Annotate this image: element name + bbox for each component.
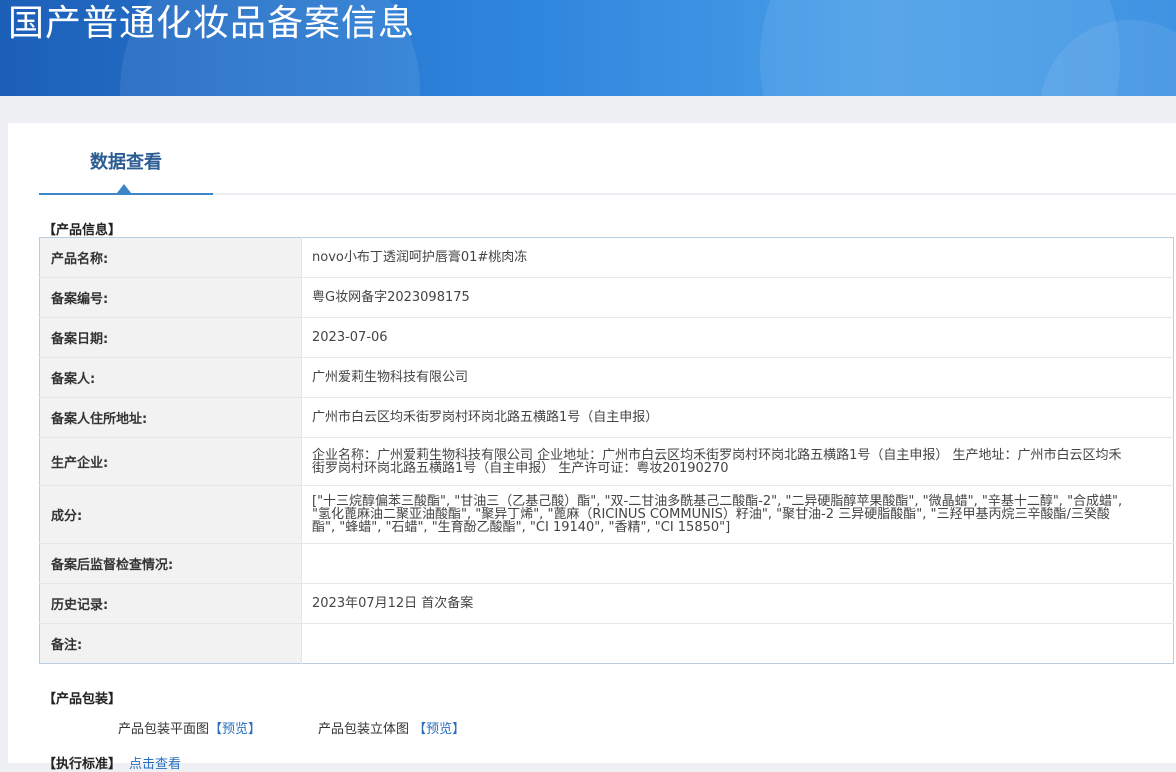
tab-bar: 数据查看 xyxy=(39,147,1176,195)
active-tab-indicator-icon xyxy=(117,184,131,193)
content-panel: 数据查看 【产品信息】 产品名称: novo小布丁透润呵护唇膏01#桃肉冻 备案… xyxy=(8,123,1176,772)
table-row: 备案后监督检查情况: xyxy=(39,543,1174,584)
standard-row: 【执行标准】 点击查看 xyxy=(43,753,181,772)
product-info-table: 产品名称: novo小布丁透润呵护唇膏01#桃肉冻 备案编号: 粤G妆网备字20… xyxy=(39,237,1174,664)
standard-view-link[interactable]: 点击查看 xyxy=(129,757,181,772)
row-value-registrant: 广州爱莉生物科技有限公司 xyxy=(301,357,1174,398)
table-row: 产品名称: novo小布丁透润呵护唇膏01#桃肉冻 xyxy=(39,237,1174,278)
row-value-post-inspection xyxy=(301,543,1174,584)
row-value-remarks xyxy=(302,624,1174,664)
packaging-solid-preview-link[interactable]: 【预览】 xyxy=(413,722,465,737)
packaging-flat-item: 产品包装平面图【预览】 xyxy=(118,718,261,737)
row-value-manufacturer: 企业名称：广州爱莉生物科技有限公司 企业地址：广州市白云区均禾街罗岗村环岗北路五… xyxy=(301,437,1174,486)
row-key-product-name: 产品名称: xyxy=(39,237,302,278)
packaging-solid-item: 产品包装立体图 【预览】 xyxy=(318,718,465,737)
table-row: 备案编号: 粤G妆网备字2023098175 xyxy=(39,277,1174,318)
row-key-history: 历史记录: xyxy=(39,583,302,624)
row-key-registrant-address: 备案人住所地址: xyxy=(39,397,302,438)
page-title: 国产普通化妆品备案信息 xyxy=(8,3,416,44)
packaging-flat-label: 产品包装平面图 xyxy=(118,722,210,737)
packaging-solid-label: 产品包装立体图 xyxy=(318,722,410,737)
row-key-remarks: 备注: xyxy=(39,623,302,664)
row-value-registrant-address: 广州市白云区均禾街罗岗村环岗北路五横路1号（自主申报） xyxy=(301,397,1174,438)
table-row: 备注: xyxy=(39,623,1174,664)
row-key-post-inspection: 备案后监督检查情况: xyxy=(39,543,302,584)
table-row: 历史记录: 2023年07月12日 首次备案 xyxy=(39,583,1174,624)
row-value-registration-date: 2023-07-06 xyxy=(301,317,1174,358)
page-header: 国产普通化妆品备案信息 xyxy=(0,0,1176,96)
row-value-registration-number: 粤G妆网备字2023098175 xyxy=(301,277,1174,318)
packaging-heading: 【产品包装】 xyxy=(43,692,122,707)
table-row: 备案人住所地址: 广州市白云区均禾街罗岗村环岗北路五横路1号（自主申报） xyxy=(39,397,1174,438)
row-key-ingredients: 成分: xyxy=(39,485,302,544)
row-key-registration-number: 备案编号: xyxy=(39,277,302,318)
table-row: 生产企业: 企业名称：广州爱莉生物科技有限公司 企业地址：广州市白云区均禾街罗岗… xyxy=(39,437,1174,486)
table-row: 备案日期: 2023-07-06 xyxy=(39,317,1174,358)
row-key-registration-date: 备案日期: xyxy=(39,317,302,358)
row-value-product-name: novo小布丁透润呵护唇膏01#桃肉冻 xyxy=(301,237,1174,278)
table-row: 备案人: 广州爱莉生物科技有限公司 xyxy=(39,357,1174,398)
product-info-heading: 【产品信息】 xyxy=(43,223,122,238)
row-key-manufacturer: 生产企业: xyxy=(39,437,302,486)
row-value-history: 2023年07月12日 首次备案 xyxy=(301,583,1174,624)
table-row: 成分: ["十三烷醇偏苯三酸酯", "甘油三（乙基己酸）酯", "双-二甘油多酰… xyxy=(39,485,1174,544)
row-key-registrant: 备案人: xyxy=(39,357,302,398)
standard-heading: 【执行标准】 xyxy=(43,757,122,772)
packaging-flat-preview-link[interactable]: 【预览】 xyxy=(209,722,261,737)
row-value-ingredients: ["十三烷醇偏苯三酸酯", "甘油三（乙基己酸）酯", "双-二甘油多酰基己二酸… xyxy=(301,485,1174,544)
